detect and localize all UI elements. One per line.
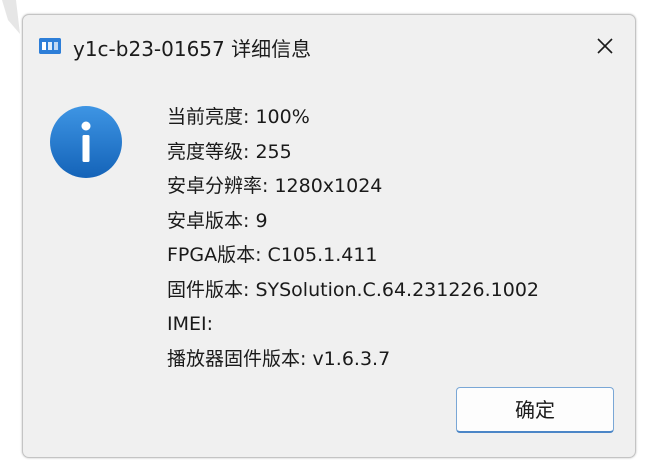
detail-brightness-level: 亮度等级: 255 (167, 140, 292, 163)
dialog-title: y1c-b23-01657 详细信息 (73, 37, 312, 61)
close-icon (597, 38, 613, 54)
detail-current-brightness: 当前亮度: 100% (167, 106, 310, 128)
detail-imei: IMEI: (167, 313, 214, 335)
dialog-titlebar[interactable]: y1c-b23-01657 详细信息 (23, 15, 635, 75)
detail-fpga-version: FPGA版本: C105.1.411 (167, 244, 378, 266)
detail-player-firmware-version: 播放器固件版本: v1.6.3.7 (167, 347, 391, 370)
detail-android-resolution: 安卓分辨率: 1280x1024 (167, 175, 383, 197)
background-arrow-shape (2, 0, 20, 34)
detail-firmware-version: 固件版本: SYSolution.C.64.231226.1002 (167, 278, 539, 301)
info-icon (50, 106, 122, 178)
close-button[interactable] (589, 31, 621, 61)
details-list: 当前亮度: 100% 亮度等级: 255 安卓分辨率: 1280x1024 安卓… (167, 100, 629, 376)
ok-button[interactable]: 确定 (456, 387, 614, 433)
device-details-dialog: y1c-b23-01657 详细信息 当前亮度: 100% 亮度等级: 255 … (22, 14, 636, 458)
app-logo-icon (39, 38, 61, 54)
detail-android-version: 安卓版本: 9 (167, 209, 268, 232)
